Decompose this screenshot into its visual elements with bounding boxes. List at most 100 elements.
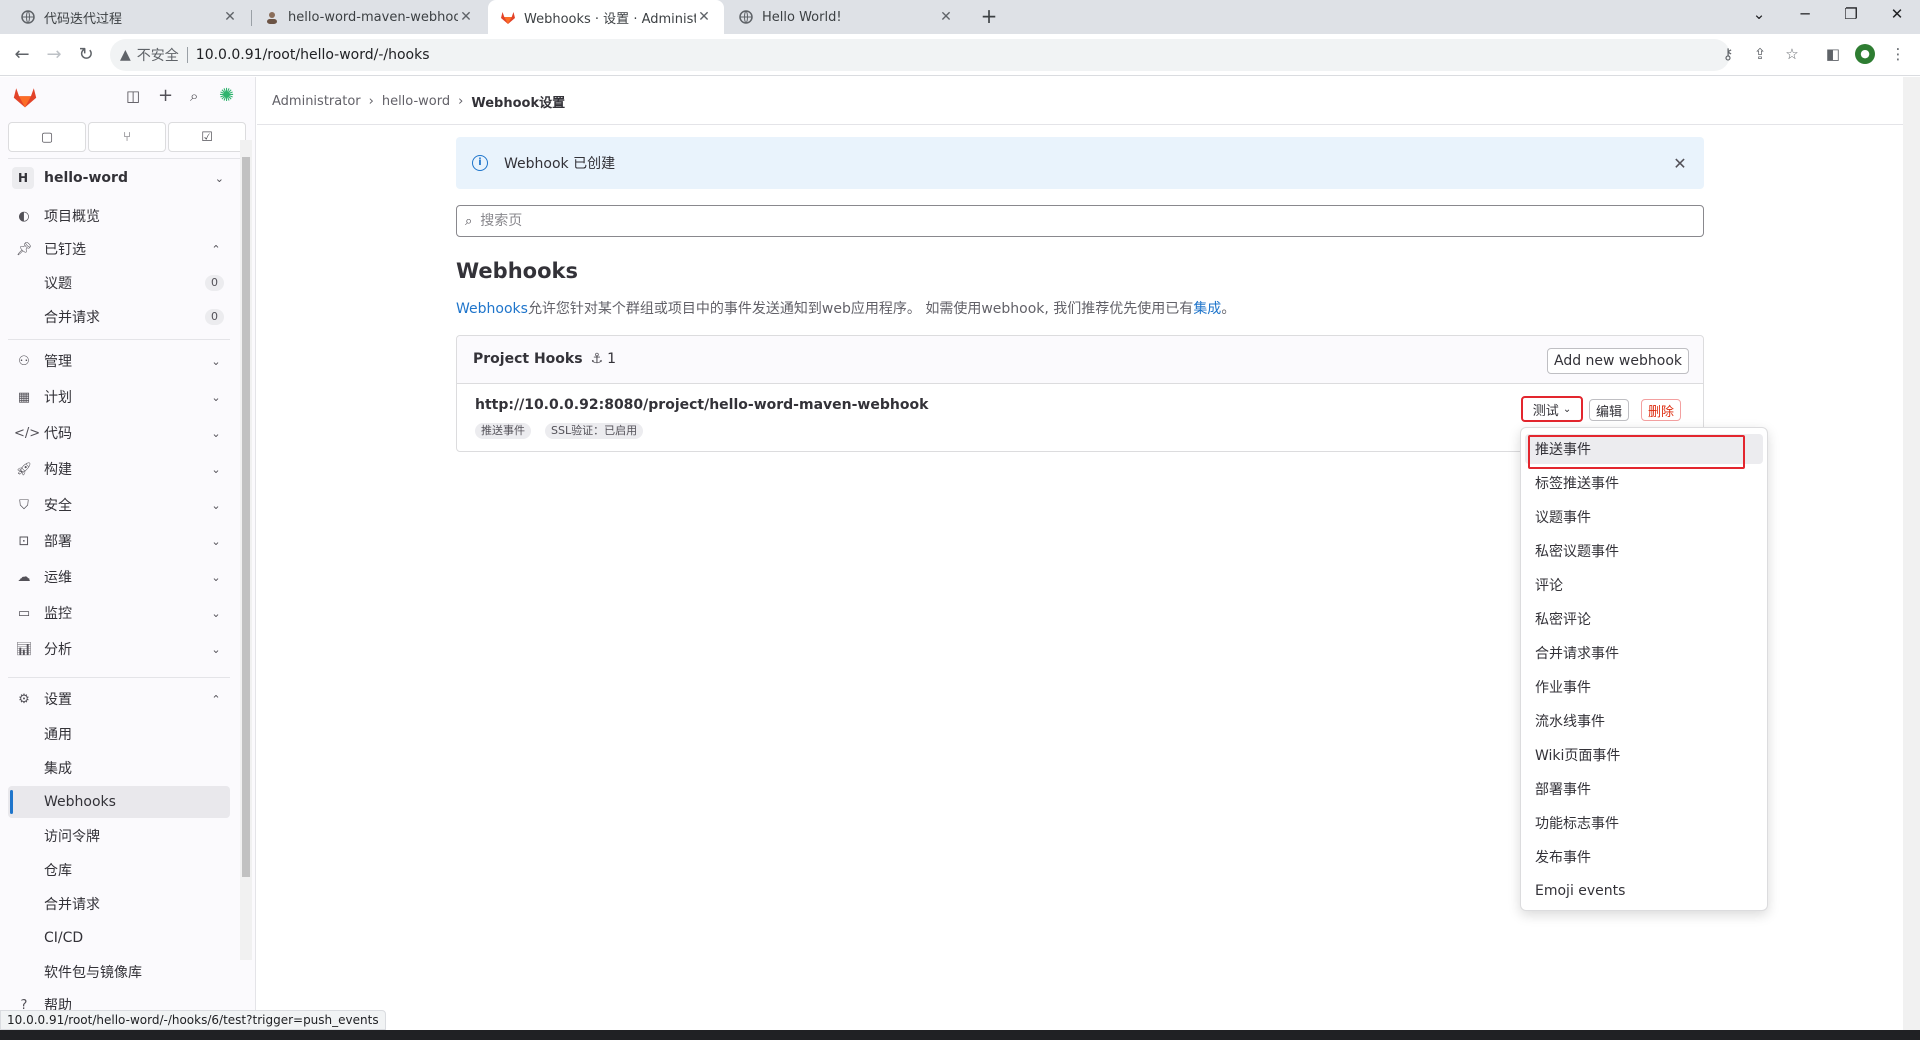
sidebar-item-issues[interactable]: 议题 0 [8, 267, 230, 299]
delete-button[interactable]: 删除 [1641, 399, 1681, 421]
address-bar[interactable]: ▲ 不安全 10.0.0.91/root/hello-word/-/hooks [110, 39, 1730, 71]
globe-icon [738, 9, 754, 25]
window-close-icon[interactable]: ✕ [1874, 0, 1920, 30]
restore-icon[interactable]: ❐ [1828, 0, 1874, 30]
close-icon[interactable]: ✕ [222, 9, 238, 25]
search-input[interactable] [478, 212, 1703, 230]
browser-tab[interactable]: hello-word-maven-webhook [ ✕ [252, 0, 486, 34]
chevron-down-icon[interactable]: ⌄ [1736, 0, 1782, 30]
project-switcher[interactable]: H hello-word ⌄ [8, 162, 230, 194]
sidebar-item-access-tokens[interactable]: 访问令牌 [8, 820, 230, 852]
user-avatar-icon[interactable]: ✺ [219, 85, 234, 106]
gitlab-logo-icon[interactable] [12, 85, 38, 113]
dropdown-item[interactable]: 发布事件 [1525, 842, 1763, 872]
sidebar-item-manage[interactable]: ⚇ 管理 ⌄ [8, 345, 230, 377]
sidebar-item-overview[interactable]: ◐ 项目概览 [8, 200, 230, 232]
dropdown-item[interactable]: 合并请求事件 [1525, 638, 1763, 668]
sidebar-item-label: 项目概览 [44, 209, 100, 225]
project-avatar: H [12, 167, 34, 189]
sidebar-item-label: CI/CD [44, 930, 84, 946]
key-icon[interactable]: ⚷ [1718, 44, 1738, 64]
project-name: hello-word [44, 170, 128, 186]
sidebar-item-packages[interactable]: 软件包与镜像库 [8, 956, 230, 988]
sidebar-item-settings[interactable]: ⚙ 设置 ⌃ [8, 683, 230, 715]
breadcrumb-link[interactable]: Administrator [272, 94, 361, 109]
dropdown-item[interactable]: 私密评论 [1525, 604, 1763, 634]
sidebar-item-plan[interactable]: ▦ 计划 ⌄ [8, 381, 230, 413]
dropdown-item[interactable]: 功能标志事件 [1525, 808, 1763, 838]
dropdown-item[interactable]: 议题事件 [1525, 502, 1763, 532]
reload-icon[interactable]: ↻ [72, 41, 100, 69]
merge-requests-button[interactable]: ⑂ [88, 122, 166, 152]
browser-tab[interactable]: 代码迭代过程 ✕ [8, 0, 250, 34]
search-icon[interactable]: ⌕ [190, 87, 198, 105]
dropdown-item[interactable]: Wiki页面事件 [1525, 740, 1763, 770]
new-tab-button[interactable]: + [977, 5, 1001, 29]
dropdown-item[interactable]: 部署事件 [1525, 774, 1763, 804]
sidebar-item-code[interactable]: </> 代码 ⌄ [8, 417, 230, 449]
hooks-count: 1 [607, 351, 617, 367]
sidebar-item-webhooks[interactable]: Webhooks [8, 786, 230, 818]
sidebar-item-integrations[interactable]: 集成 [8, 752, 230, 784]
sidebar-scroll-thumb[interactable] [242, 157, 250, 877]
forward-arrow-icon[interactable]: → [40, 41, 68, 69]
browser-tab-active[interactable]: Webhooks · 设置 · Administrat ✕ [488, 0, 724, 34]
dropdown-item[interactable]: 作业事件 [1525, 672, 1763, 702]
test-dropdown-button[interactable]: 测试 ⌄ [1521, 396, 1583, 422]
code-icon: </> [14, 425, 41, 441]
sidebar-item-deploy[interactable]: ⊡ 部署 ⌄ [8, 525, 230, 557]
sidebar-item-merge-requests[interactable]: 合并请求 0 [8, 301, 230, 333]
issues-button[interactable]: ▢ [8, 122, 86, 152]
dropdown-item[interactable]: Emoji events [1525, 876, 1763, 906]
close-icon[interactable]: ✕ [1668, 154, 1692, 173]
dropdown-item[interactable]: 流水线事件 [1525, 706, 1763, 736]
sidebar-item-general[interactable]: 通用 [8, 718, 230, 750]
project-hooks-card: Project Hooks ⚓︎ 1 Add new webhook http:… [456, 335, 1704, 452]
chevron-up-icon: ⌃ [211, 692, 221, 706]
chevron-up-icon: ⌃ [211, 242, 221, 256]
todos-button[interactable]: ☑ [168, 122, 246, 152]
dropdown-item-label: 功能标志事件 [1535, 816, 1619, 832]
close-icon[interactable]: ✕ [938, 9, 954, 25]
breadcrumb-link[interactable]: hello-word [382, 94, 450, 109]
sidebar-item-cicd[interactable]: CI/CD [8, 922, 230, 954]
close-icon[interactable]: ✕ [696, 9, 712, 25]
webhooks-doc-link[interactable]: Webhooks [456, 301, 528, 317]
back-arrow-icon[interactable]: ← [8, 41, 36, 69]
sidebar-toggle-icon[interactable]: ◫ [126, 87, 140, 105]
more-menu-icon[interactable]: ⋮ [1888, 44, 1908, 64]
sidebar-item-label: 监控 [44, 606, 72, 622]
dropdown-item[interactable]: 标签推送事件 [1525, 468, 1763, 498]
sidebar-item-monitor[interactable]: ▭ 监控 ⌄ [8, 597, 230, 629]
sidebar-item-label: 软件包与镜像库 [44, 965, 142, 981]
share-icon[interactable]: ⇪ [1750, 44, 1770, 64]
info-alert: i Webhook 已创建 ✕ [456, 137, 1704, 189]
add-webhook-button[interactable]: Add new webhook [1547, 348, 1689, 374]
sidebar-item-security[interactable]: ⛉ 安全 ⌄ [8, 489, 230, 521]
sidebar-item-pinned[interactable]: 📌︎ 已钉选 ⌃ [8, 233, 230, 265]
sidepanel-icon[interactable]: ◧ [1823, 44, 1843, 64]
star-icon[interactable]: ☆ [1782, 44, 1802, 64]
dropdown-item[interactable]: 私密议题事件 [1525, 536, 1763, 566]
monitor-icon: ▭ [17, 605, 31, 621]
close-icon[interactable]: ✕ [458, 9, 474, 25]
browser-tab[interactable]: Hello World! ✕ [726, 0, 966, 34]
sidebar-item-analyze[interactable]: 📊︎ 分析 ⌄ [8, 633, 230, 665]
dropdown-item-label: 发布事件 [1535, 850, 1591, 866]
edit-button[interactable]: 编辑 [1589, 399, 1629, 421]
sidebar-item-merge-request-settings[interactable]: 合并请求 [8, 888, 230, 920]
hooks-title: Project Hooks [473, 351, 583, 367]
integrations-link[interactable]: 集成 [1193, 301, 1221, 317]
minimize-icon[interactable]: ─ [1782, 0, 1828, 30]
chevron-down-icon: ⌄ [211, 426, 221, 440]
sidebar-item-operate[interactable]: ☁ 运维 ⌄ [8, 561, 230, 593]
hook-url: http://10.0.0.92:8080/project/hello-word… [475, 397, 929, 413]
sidebar-item-build[interactable]: 🚀︎ 构建 ⌄ [8, 453, 230, 485]
page-scrollbar[interactable] [1903, 77, 1920, 1035]
pin-icon: 📌︎ [15, 241, 33, 257]
sidebar-item-repository[interactable]: 仓库 [8, 854, 230, 886]
dropdown-item[interactable]: 评论 [1525, 570, 1763, 600]
profile-avatar-icon[interactable]: ● [1855, 44, 1875, 64]
status-bar-url: 10.0.0.91/root/hello-word/-/hooks/6/test… [0, 1010, 386, 1030]
plus-icon[interactable]: + [158, 85, 173, 106]
